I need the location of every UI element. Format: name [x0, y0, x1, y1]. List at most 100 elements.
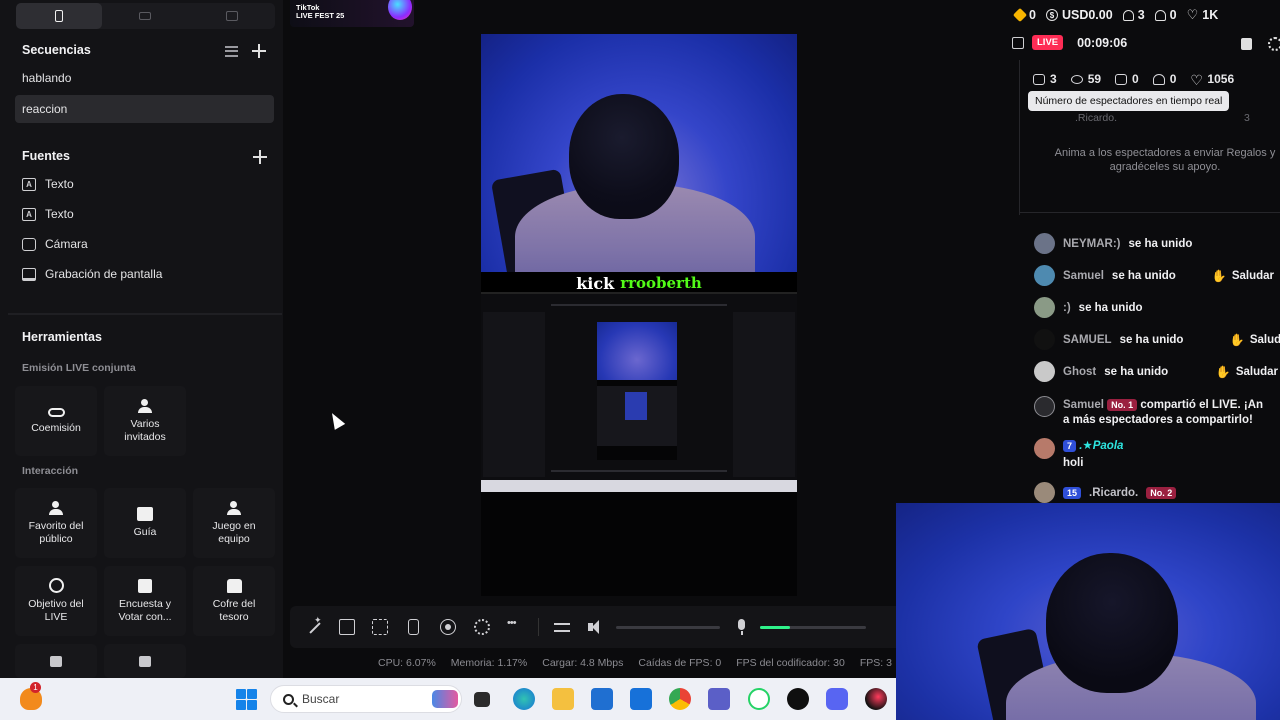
- effects-icon[interactable]: [474, 619, 490, 635]
- camera-source[interactable]: [481, 34, 797, 294]
- discord-icon[interactable]: [826, 688, 848, 710]
- avatar[interactable]: [1034, 482, 1055, 503]
- tool-more-1[interactable]: [15, 644, 97, 678]
- chat-username[interactable]: Ghost: [1063, 366, 1096, 378]
- kick-name-overlay[interactable]: kick rrooberth: [481, 272, 797, 294]
- list-icon[interactable]: [225, 45, 238, 57]
- chat-message: se ha unido: [1078, 301, 1143, 314]
- greet-button[interactable]: ✋ Saludar: [1206, 362, 1280, 382]
- tool-juego-equipo[interactable]: Juego en equipo: [193, 488, 275, 558]
- tool-icon: [139, 656, 151, 667]
- store-icon[interactable]: [591, 688, 613, 710]
- chat-row: Samuel se ha unido ✋ Saludar: [1034, 265, 1280, 286]
- tool-favorito[interactable]: Favorito del público: [15, 488, 97, 558]
- chat-username[interactable]: .Ricardo.: [1089, 487, 1138, 499]
- phone-preview-icon[interactable]: [408, 619, 419, 635]
- settings-icon[interactable]: [1268, 37, 1280, 51]
- sequence-item-reaccion[interactable]: reaccion: [15, 95, 274, 123]
- avatar[interactable]: [1034, 361, 1055, 382]
- chat-row: 15 .Ricardo. No. 2: [1034, 482, 1177, 503]
- tiktok-studio-icon[interactable]: [865, 688, 887, 710]
- avatar[interactable]: [1034, 438, 1055, 459]
- metric-followers[interactable]: 0: [1152, 72, 1176, 86]
- tool-label: Varios invitados: [124, 417, 166, 443]
- source-item-camera[interactable]: Cámara: [22, 237, 88, 251]
- greet-button[interactable]: ✋ Saludar: [1202, 266, 1280, 286]
- chat-message: se ha unido: [1111, 269, 1176, 282]
- app-u-icon[interactable]: [787, 688, 809, 710]
- edge-icon[interactable]: [513, 688, 535, 710]
- teams-icon[interactable]: [708, 688, 730, 710]
- screen-capture-source[interactable]: [481, 292, 797, 492]
- chat-message: compartió el LIVE. ¡An: [1140, 399, 1264, 411]
- windows-start-icon[interactable]: [236, 689, 257, 710]
- metric-views[interactable]: 59: [1070, 72, 1101, 86]
- add-sequence-icon[interactable]: [252, 44, 266, 58]
- poll-icon: [138, 578, 152, 593]
- speaker-volume-slider[interactable]: [616, 626, 720, 629]
- metric-likes[interactable]: 1056: [1190, 72, 1234, 86]
- phone-icon: [55, 10, 64, 22]
- tab-horizontal[interactable]: [102, 3, 188, 29]
- chat-username[interactable]: Samuel: [1063, 399, 1104, 411]
- source-label: Texto: [45, 177, 74, 191]
- metric-viewers[interactable]: 3: [1033, 72, 1057, 86]
- magic-wand-icon[interactable]: [306, 615, 322, 635]
- frame-icon[interactable]: [372, 619, 388, 635]
- tab-vertical[interactable]: [16, 3, 103, 29]
- people-icon: [137, 398, 153, 413]
- chrome-icon[interactable]: [669, 688, 691, 710]
- speaker-icon[interactable]: [588, 619, 604, 635]
- audio-settings-icon[interactable]: [554, 619, 570, 635]
- tool-objetivo[interactable]: Objetivo del LIVE: [15, 566, 97, 636]
- stream-preview-canvas[interactable]: kick rrooberth: [481, 34, 797, 596]
- tool-guia[interactable]: Guía: [104, 488, 186, 558]
- chat-username[interactable]: :): [1063, 302, 1071, 314]
- layout-icon[interactable]: [339, 619, 355, 635]
- more-icon[interactable]: [507, 617, 523, 635]
- lock-icon[interactable]: [1241, 38, 1252, 50]
- chat-username[interactable]: NEYMAR:): [1063, 238, 1121, 250]
- tool-encuesta[interactable]: Encuesta y Votar con...: [104, 566, 186, 636]
- tool-varios-invitados[interactable]: Varios invitados: [104, 386, 186, 456]
- tab-mixed[interactable]: [189, 3, 275, 29]
- share-icon: [1034, 396, 1055, 417]
- add-source-icon[interactable]: [253, 150, 267, 164]
- live-timer: 00:09:06: [1077, 35, 1128, 50]
- avatar[interactable]: [1034, 297, 1055, 318]
- whatsapp-icon[interactable]: [748, 688, 770, 710]
- greet-label: Saludar: [1249, 333, 1280, 346]
- mail-icon[interactable]: [630, 688, 652, 710]
- chat-username[interactable]: SAMUEL: [1063, 334, 1112, 346]
- source-item-text-2[interactable]: A Texto: [22, 207, 74, 221]
- avatar[interactable]: [1034, 233, 1055, 254]
- share-message: Samuel No. 1 compartió el LIVE. ¡An a má…: [1063, 398, 1263, 428]
- follower-icon: [1152, 73, 1165, 85]
- tool-cofre[interactable]: Cofre del tesoro: [193, 566, 275, 636]
- chat-message: se ha unido: [1104, 365, 1169, 378]
- guide-icon: [137, 507, 153, 521]
- record-icon[interactable]: [440, 619, 456, 635]
- search-icon: [283, 693, 294, 705]
- avatar[interactable]: [1034, 329, 1055, 350]
- follows-stat: 0: [1154, 8, 1177, 22]
- eye-icon: [1070, 74, 1083, 84]
- chat-username[interactable]: .★Paola: [1079, 440, 1123, 452]
- likes-value: 1K: [1202, 8, 1219, 22]
- tool-more-2[interactable]: [104, 644, 186, 678]
- mic-volume-slider[interactable]: [760, 626, 866, 629]
- mini-chat: [733, 312, 795, 477]
- task-view-icon[interactable]: [474, 692, 490, 707]
- microphone-icon[interactable]: [734, 619, 750, 635]
- gift-icon[interactable]: [1012, 36, 1024, 49]
- sequence-item-hablando[interactable]: hablando: [15, 64, 274, 92]
- file-explorer-icon[interactable]: [552, 688, 574, 710]
- tool-coemision[interactable]: Coemisión: [15, 386, 97, 456]
- search-highlight-icon[interactable]: [432, 690, 458, 708]
- greet-button[interactable]: ✋ Saludar: [1220, 330, 1280, 350]
- source-item-screen[interactable]: Grabación de pantalla: [22, 267, 162, 281]
- metric-gifts[interactable]: 0: [1115, 72, 1139, 86]
- avatar[interactable]: [1034, 265, 1055, 286]
- chat-username[interactable]: Samuel: [1063, 270, 1104, 282]
- source-item-text-1[interactable]: A Texto: [22, 177, 74, 191]
